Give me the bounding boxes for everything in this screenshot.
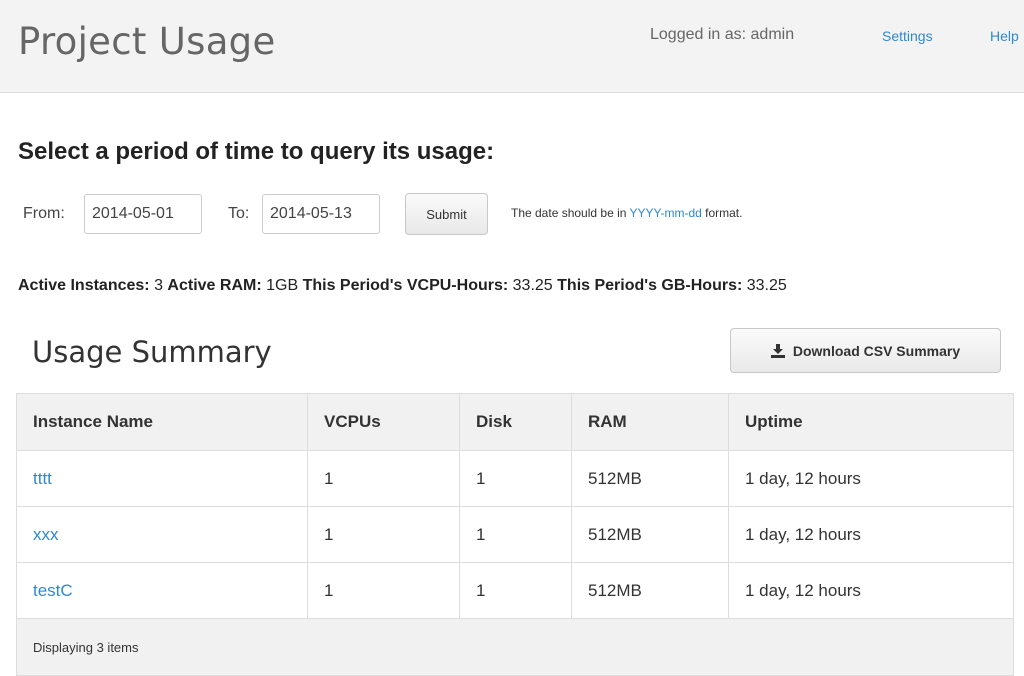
instance-name-cell: tttt bbox=[16, 450, 308, 507]
table-row: xxx 1 1 512MB 1 day, 12 hours bbox=[16, 506, 1014, 563]
usage-stats: Active Instances: 3 Active RAM: 1GB This… bbox=[18, 277, 787, 295]
vcpu-hours-label: This Period's VCPU-Hours: bbox=[302, 277, 509, 294]
instance-name-cell: xxx bbox=[16, 506, 308, 563]
table-row: testC 1 1 512MB 1 day, 12 hours bbox=[16, 562, 1014, 619]
ram-cell: 512MB bbox=[571, 450, 729, 507]
to-label: To: bbox=[228, 205, 250, 222]
gb-hours-label: This Period's GB-Hours: bbox=[557, 277, 743, 294]
active-instances-value: 3 bbox=[154, 277, 163, 294]
column-header[interactable]: RAM bbox=[571, 393, 729, 451]
download-csv-button[interactable]: Download CSV Summary bbox=[730, 328, 1001, 373]
active-ram-value: 1GB bbox=[266, 277, 299, 294]
submit-button[interactable]: Submit bbox=[405, 193, 488, 235]
hint-suffix: format. bbox=[701, 206, 743, 220]
vcpu-hours-value: 33.25 bbox=[512, 277, 553, 294]
instance-link[interactable]: tttt bbox=[33, 469, 52, 488]
from-date-input[interactable] bbox=[84, 194, 202, 234]
uptime-cell: 1 day, 12 hours bbox=[728, 562, 1014, 619]
column-header[interactable]: Uptime bbox=[728, 393, 1014, 451]
instance-link[interactable]: xxx bbox=[33, 525, 59, 544]
usage-table: Instance Name VCPUs Disk RAM Uptime tttt… bbox=[16, 393, 1014, 676]
settings-link[interactable]: Settings bbox=[882, 28, 933, 44]
ram-cell: 512MB bbox=[571, 562, 729, 619]
vcpus-cell: 1 bbox=[307, 562, 460, 619]
query-heading: Select a period of time to query its usa… bbox=[18, 138, 495, 165]
ram-cell: 512MB bbox=[571, 506, 729, 563]
active-instances-label: Active Instances: bbox=[18, 277, 150, 294]
to-date-input[interactable] bbox=[262, 194, 380, 234]
disk-cell: 1 bbox=[459, 450, 572, 507]
instance-link[interactable]: testC bbox=[33, 581, 73, 600]
download-csv-label: Download CSV Summary bbox=[792, 342, 961, 359]
disk-cell: 1 bbox=[459, 506, 572, 563]
hint-prefix: The date should be in bbox=[511, 206, 630, 220]
disk-cell: 1 bbox=[459, 562, 572, 619]
gb-hours-value: 33.25 bbox=[746, 277, 787, 294]
table-footer-row: Displaying 3 items bbox=[16, 618, 1014, 676]
download-icon bbox=[770, 343, 785, 358]
column-header[interactable]: VCPUs bbox=[307, 393, 460, 451]
date-format-hint: The date should be in YYYY-mm-dd format. bbox=[511, 206, 742, 220]
column-header[interactable]: Disk bbox=[459, 393, 572, 451]
column-header[interactable]: Instance Name bbox=[16, 393, 308, 451]
page-title: Project Usage bbox=[18, 20, 276, 63]
hint-format: YYYY-mm-dd bbox=[629, 206, 702, 220]
table-header-row: Instance Name VCPUs Disk RAM Uptime bbox=[16, 393, 1014, 451]
usage-summary-title: Usage Summary bbox=[32, 335, 272, 369]
uptime-cell: 1 day, 12 hours bbox=[728, 506, 1014, 563]
table-row: tttt 1 1 512MB 1 day, 12 hours bbox=[16, 450, 1014, 507]
uptime-cell: 1 day, 12 hours bbox=[728, 450, 1014, 507]
vcpus-cell: 1 bbox=[307, 450, 460, 507]
help-link[interactable]: Help bbox=[990, 28, 1019, 44]
vcpus-cell: 1 bbox=[307, 506, 460, 563]
instance-name-cell: testC bbox=[16, 562, 308, 619]
from-label: From: bbox=[23, 205, 65, 222]
active-ram-label: Active RAM: bbox=[167, 277, 262, 294]
page-header: Project Usage Logged in as: admin Settin… bbox=[0, 0, 1024, 93]
item-count: Displaying 3 items bbox=[16, 618, 1014, 676]
logged-in-text: Logged in as: admin bbox=[650, 26, 795, 43]
